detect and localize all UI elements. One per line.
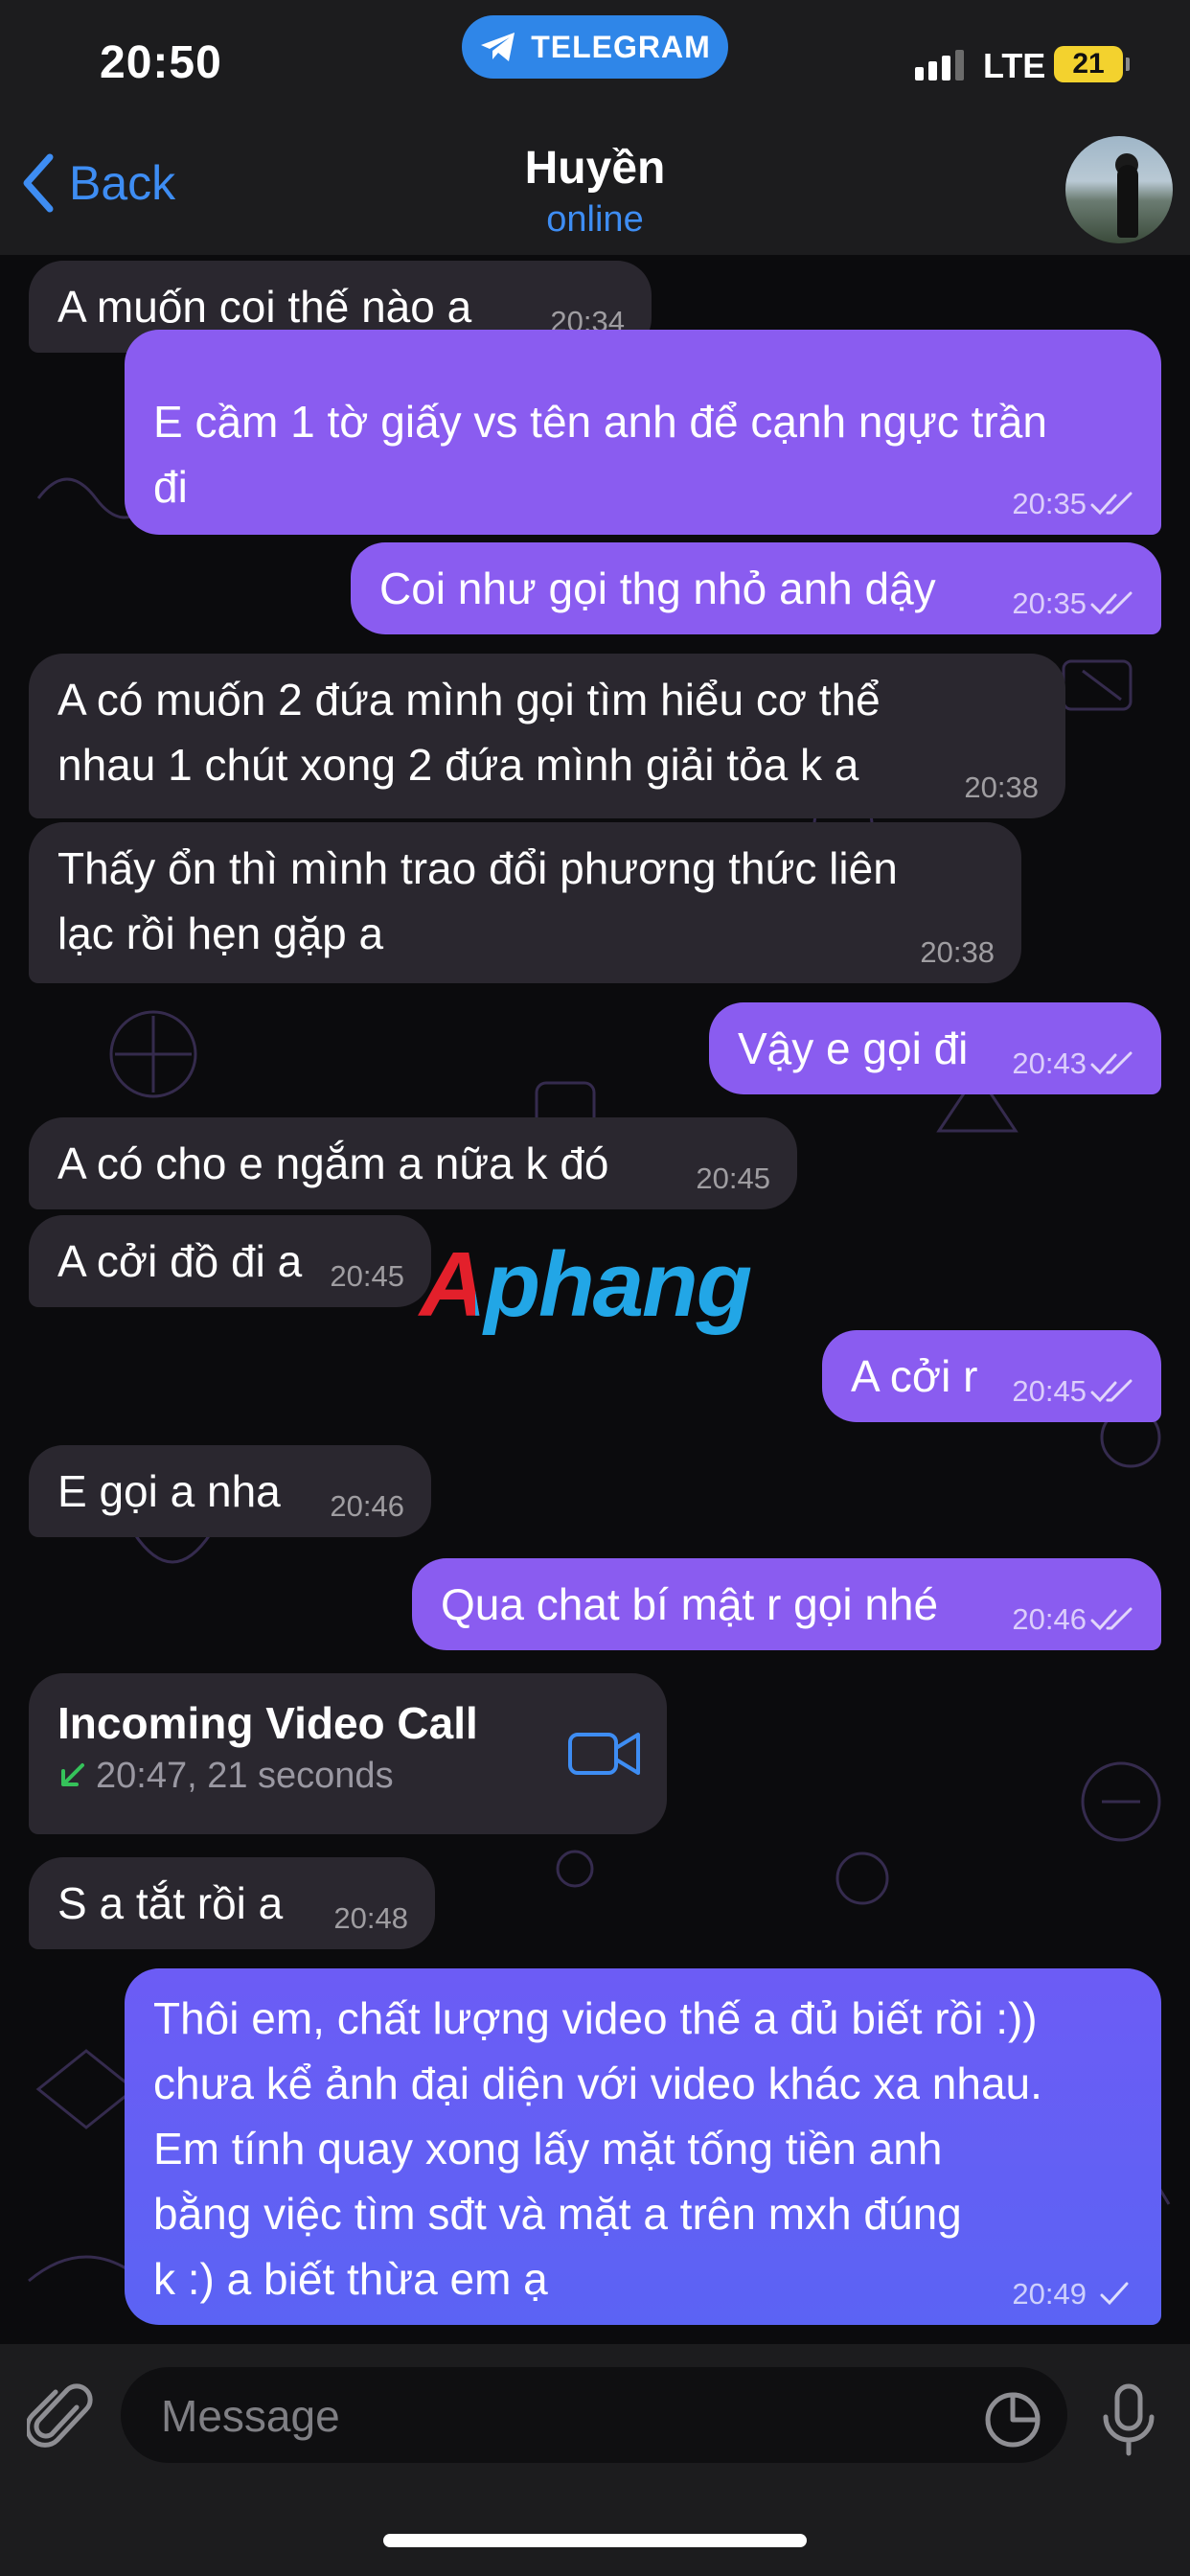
telegram-plane-icon	[481, 33, 515, 61]
microphone-icon[interactable]	[1100, 2382, 1157, 2459]
chat-header: Back Huyền online	[0, 125, 1190, 255]
paperclip-icon[interactable]	[27, 2379, 94, 2455]
message-bubble-outgoing[interactable]: A cởi r 20:45	[822, 1330, 1161, 1422]
double-check-icon	[1090, 1051, 1133, 1075]
message-bubble-incoming[interactable]: S a tắt rồi a 20:48	[29, 1857, 435, 1949]
message-time: 20:46	[330, 1489, 404, 1523]
status-time: 20:50	[100, 37, 222, 88]
cellular-signal-icon	[915, 50, 964, 80]
message-text: A có muốn 2 đứa mình gọi tìm hiểu cơ thể…	[57, 675, 881, 790]
message-input-container	[121, 2367, 1067, 2465]
watermark-logo: A Aphang	[420, 1233, 751, 1336]
contact-status: online	[546, 199, 644, 240]
message-bubble-incoming[interactable]: E gọi a nha 20:46	[29, 1445, 431, 1537]
message-bubble-outgoing[interactable]: Coi như gọi thg nhỏ anh dậy 20:35	[351, 542, 1161, 634]
message-bubble-incoming[interactable]: A có muốn 2 đứa mình gọi tìm hiểu cơ thể…	[29, 654, 1065, 818]
message-time: 20:48	[333, 1901, 408, 1935]
home-indicator[interactable]	[383, 2534, 807, 2547]
incoming-arrow-icon	[61, 1763, 84, 1786]
message-input[interactable]	[159, 2367, 968, 2465]
message-time: 20:45	[330, 1259, 404, 1293]
message-text: A muốn coi thế nào a	[57, 282, 472, 332]
message-bubble-incoming[interactable]: Thấy ổn thì mình trao đổi phương thức li…	[29, 822, 1021, 983]
call-detail: 20:47, 21 seconds	[57, 1752, 638, 1800]
message-text: E cầm 1 tờ giấy vs tên anh để cạnh ngực …	[153, 397, 1047, 512]
double-check-icon	[1090, 1379, 1133, 1403]
message-bubble-outgoing[interactable]: E cầm 1 tờ giấy vs tên anh để cạnh ngực …	[125, 330, 1161, 535]
video-camera-icon[interactable]	[567, 1727, 642, 1781]
message-text: E gọi a nha	[57, 1466, 281, 1516]
telegram-pill-label: TELEGRAM	[531, 29, 711, 64]
battery-level: 21	[1072, 48, 1105, 80]
message-text: S a tắt rồi a	[57, 1878, 284, 1928]
message-text: Thấy ổn thì mình trao đổi phương thức li…	[57, 843, 898, 958]
message-time: 20:38	[920, 935, 995, 969]
message-time: 20:35	[1012, 585, 1134, 623]
contact-name[interactable]: Huyền	[0, 142, 1190, 195]
incoming-video-call-bubble[interactable]: Incoming Video Call 20:47, 21 seconds	[29, 1673, 667, 1834]
message-text: Thôi em, chất lượng video thế a đủ biết …	[153, 1993, 1042, 2304]
message-time: 20:49	[1012, 2275, 1134, 2313]
message-time: 20:45	[1012, 1372, 1134, 1411]
sticker-icon[interactable]	[983, 2390, 1042, 2450]
message-text: Vậy e gọi đi	[738, 1024, 969, 1073]
status-bar: 20:50 TELEGRAM LTE 21	[0, 0, 1190, 125]
message-text: Qua chat bí mật r gọi nhé	[441, 1579, 939, 1629]
message-time: 20:35	[1012, 485, 1134, 523]
message-text: Coi như gọi thg nhỏ anh dậy	[379, 564, 936, 613]
network-type: LTE	[983, 46, 1046, 85]
message-bubble-outgoing[interactable]: Qua chat bí mật r gọi nhé 20:46	[412, 1558, 1161, 1650]
message-bubble-incoming[interactable]: A cởi đồ đi a 20:45	[29, 1215, 431, 1307]
message-bubble-outgoing[interactable]: Thôi em, chất lượng video thế a đủ biết …	[125, 1968, 1161, 2325]
single-check-icon	[1100, 2282, 1129, 2306]
message-text: A cởi đồ đi a	[57, 1236, 303, 1286]
message-text: A cởi r	[851, 1351, 978, 1401]
battery-icon: 21	[1054, 46, 1130, 82]
telegram-pill[interactable]: TELEGRAM	[462, 15, 728, 79]
double-check-icon	[1090, 1607, 1133, 1631]
message-time: 20:43	[1012, 1045, 1134, 1083]
avatar-person	[1117, 165, 1138, 238]
message-bubble-outgoing[interactable]: Vậy e gọi đi 20:43	[709, 1002, 1161, 1094]
double-check-icon	[1090, 591, 1133, 615]
message-time: 20:38	[964, 770, 1039, 804]
call-title: Incoming Video Call	[57, 1698, 478, 1748]
message-bubble-incoming[interactable]: A có cho e ngắm a nữa k đó 20:45	[29, 1117, 797, 1209]
message-text: A có cho e ngắm a nữa k đó	[57, 1138, 609, 1188]
avatar[interactable]	[1065, 136, 1173, 243]
message-time: 20:45	[696, 1162, 770, 1195]
message-time: 20:46	[1012, 1600, 1134, 1639]
double-check-icon	[1090, 492, 1133, 516]
